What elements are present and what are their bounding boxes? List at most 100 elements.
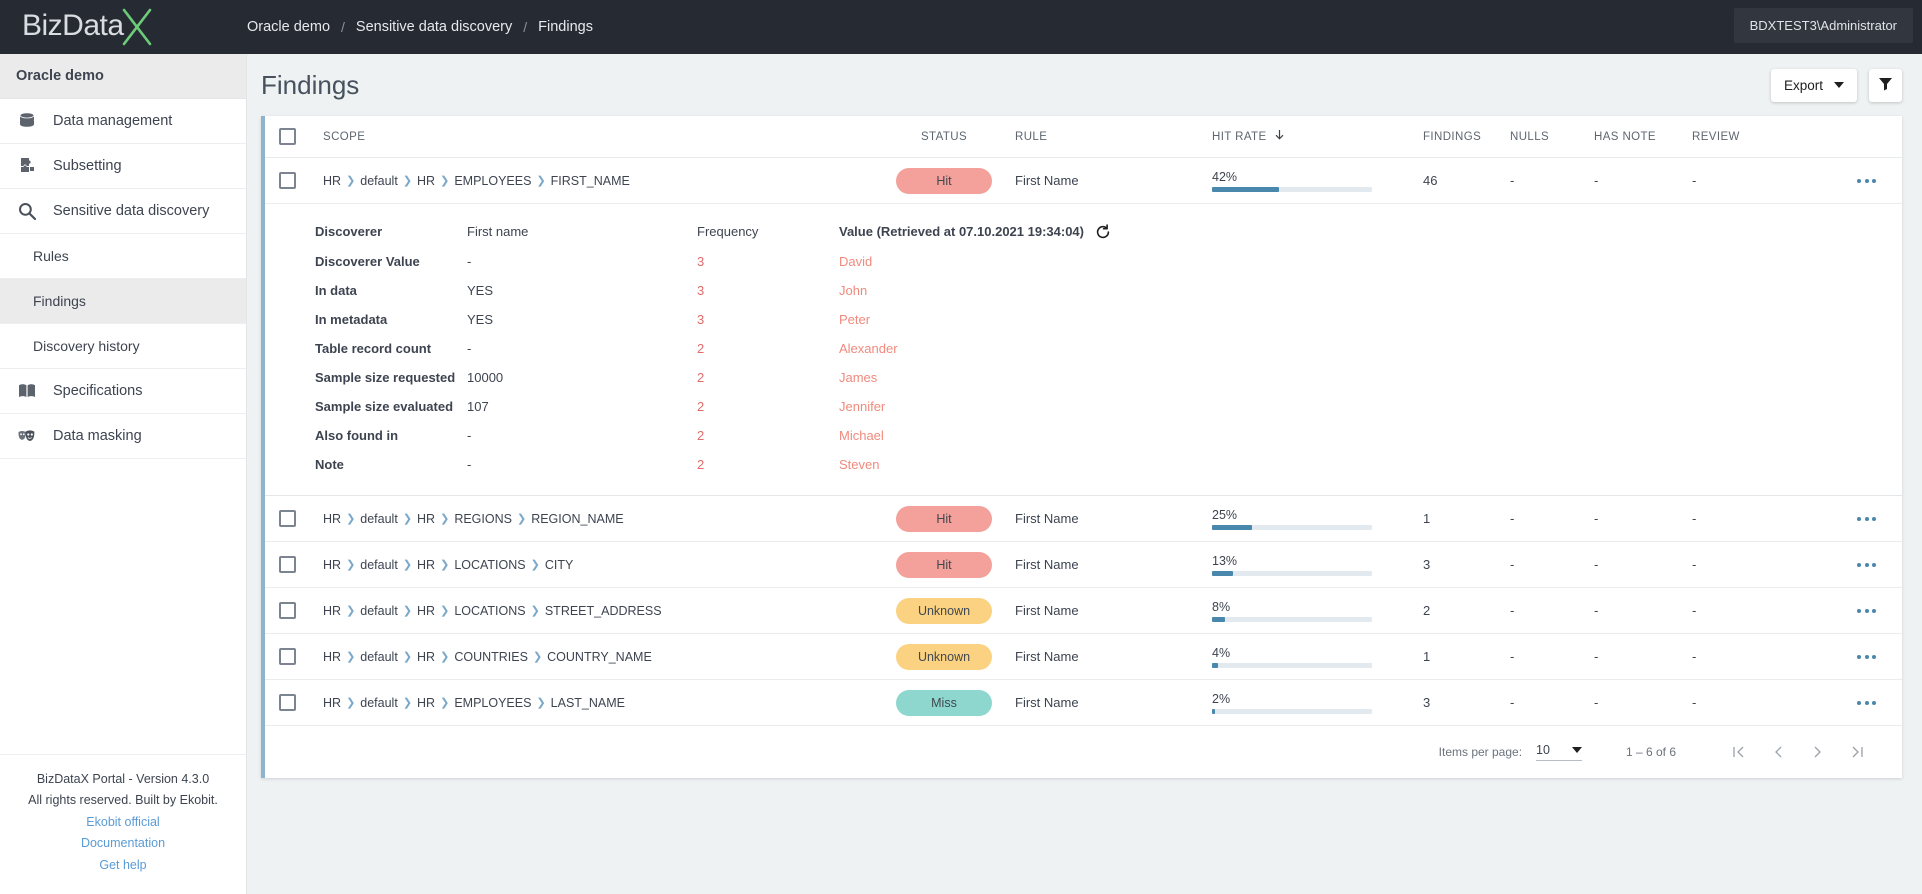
detail-property-value: YES bbox=[467, 283, 494, 298]
status-badge: Hit bbox=[896, 505, 992, 532]
status-cell: Hit bbox=[889, 551, 999, 578]
export-button-label: Export bbox=[1783, 77, 1823, 93]
export-button[interactable]: Export bbox=[1770, 68, 1857, 102]
hit-rate-cell: 2% bbox=[1199, 692, 1409, 714]
row-menu-button[interactable] bbox=[1857, 700, 1876, 705]
filter-icon bbox=[1878, 76, 1893, 94]
findings-cell: 3 bbox=[1423, 695, 1431, 710]
scope-chevron-icon: ❯ bbox=[346, 651, 356, 663]
detail-value: Steven bbox=[839, 457, 880, 472]
column-header-nulls[interactable]: NULLS bbox=[1499, 131, 1583, 143]
row-select-cell bbox=[265, 510, 309, 527]
scope-cell[interactable]: HR ❯ default ❯ HR ❯ EMPLOYEES ❯ FIRST_NAME bbox=[309, 174, 889, 188]
row-checkbox[interactable] bbox=[278, 648, 296, 665]
footer-link-ekobit-official[interactable]: Ekobit official bbox=[10, 812, 236, 834]
scope-chevron-icon: ❯ bbox=[346, 175, 356, 187]
row-checkbox[interactable] bbox=[278, 172, 296, 189]
scope-segment: HR bbox=[323, 603, 342, 618]
detail-property-value: - bbox=[467, 254, 472, 269]
column-header-hit-rate[interactable]: HIT RATE bbox=[1199, 129, 1409, 144]
status-badge: Unknown bbox=[896, 643, 992, 670]
detail-frequency: 2 bbox=[697, 370, 705, 385]
row-checkbox[interactable] bbox=[278, 510, 296, 527]
footer-link-get-help[interactable]: Get help bbox=[10, 855, 236, 877]
row-checkbox[interactable] bbox=[278, 602, 296, 619]
table-row[interactable]: HR ❯ default ❯ HR ❯ EMPLOYEES ❯ FIRST_NAME Hit Fir… bbox=[265, 158, 1902, 204]
breadcrumb-item-1[interactable]: Sensitive data discovery bbox=[356, 19, 512, 35]
row-menu-button[interactable] bbox=[1857, 562, 1876, 567]
scope-segment: HR bbox=[323, 511, 342, 526]
scope-cell[interactable]: HR ❯ default ❯ HR ❯ REGIONS ❯ REGION_NAME bbox=[309, 512, 889, 526]
scope-chevron-icon: ❯ bbox=[346, 697, 356, 709]
row-menu-button[interactable] bbox=[1857, 654, 1876, 659]
scope-segment: COUNTRY_NAME bbox=[547, 649, 652, 664]
column-header-review[interactable]: REVIEW bbox=[1681, 131, 1801, 143]
table-row[interactable]: HR ❯ default ❯ HR ❯ LOCATIONS ❯ CITY Hit First Nam… bbox=[265, 542, 1902, 588]
nulls-cell: - bbox=[1510, 649, 1515, 664]
user-account-chip[interactable]: BDXTEST3\Administrator bbox=[1733, 8, 1913, 43]
footer-link-documentation[interactable]: Documentation bbox=[10, 833, 236, 855]
sidebar-item-findings[interactable]: Findings bbox=[0, 279, 246, 324]
findings-cell: 2 bbox=[1423, 603, 1431, 618]
has-note-cell: - bbox=[1594, 649, 1599, 664]
detail-header-frequency: Frequency bbox=[697, 224, 759, 239]
column-header-findings[interactable]: FINDINGS bbox=[1409, 131, 1499, 143]
table-row[interactable]: HR ❯ default ❯ HR ❯ LOCATIONS ❯ STREET_ADDRESS Un… bbox=[265, 588, 1902, 634]
last-page-button[interactable] bbox=[1838, 735, 1878, 769]
row-menu-button[interactable] bbox=[1857, 516, 1876, 521]
scope-segment: HR bbox=[417, 557, 436, 572]
detail-frequency: 2 bbox=[697, 399, 705, 414]
items-per-page-select[interactable]: 10 bbox=[1536, 743, 1582, 761]
prev-page-button[interactable] bbox=[1758, 735, 1798, 769]
scope-segment: default bbox=[360, 511, 398, 526]
app-logo[interactable]: BizData bbox=[0, 0, 247, 54]
detail-header-discoverer-value: First name bbox=[467, 224, 529, 239]
detail-property-label: Discoverer Value bbox=[315, 254, 420, 269]
hit-rate-fill bbox=[1212, 186, 1280, 192]
first-page-button[interactable] bbox=[1718, 735, 1758, 769]
scope-chevron-icon: ❯ bbox=[440, 559, 450, 571]
column-header-rule[interactable]: RULE bbox=[999, 131, 1199, 143]
has-note-cell: - bbox=[1594, 557, 1599, 572]
column-header-has-note[interactable]: HAS NOTE bbox=[1583, 131, 1681, 143]
row-menu-button[interactable] bbox=[1857, 608, 1876, 613]
column-header-scope[interactable]: SCOPE bbox=[309, 131, 889, 143]
sidebar-item-sensitive-data-discovery[interactable]: Sensitive data discovery bbox=[0, 189, 246, 234]
status-badge: Hit bbox=[896, 551, 992, 578]
detail-value: David bbox=[839, 254, 873, 269]
sidebar-item-discovery-history[interactable]: Discovery history bbox=[0, 324, 246, 369]
row-menu-button[interactable] bbox=[1857, 178, 1876, 183]
status-cell: Hit bbox=[889, 167, 999, 194]
row-select-cell bbox=[265, 694, 309, 711]
findings-table-card: SCOPE STATUS RULE HIT RATE FINDINGS NULL… bbox=[261, 116, 1902, 778]
review-cell: - bbox=[1692, 557, 1697, 572]
status-cell: Unknown bbox=[889, 643, 999, 670]
scope-chevron-icon: ❯ bbox=[346, 559, 356, 571]
scope-segment: HR bbox=[417, 695, 436, 710]
scope-chevron-icon: ❯ bbox=[532, 651, 543, 663]
filter-button[interactable] bbox=[1869, 68, 1902, 102]
sidebar-item-data-masking[interactable]: Data masking bbox=[0, 414, 246, 459]
row-checkbox[interactable] bbox=[278, 694, 296, 711]
sidebar-item-data-management[interactable]: Data management bbox=[0, 99, 246, 144]
refresh-icon[interactable] bbox=[1095, 223, 1111, 240]
next-page-button[interactable] bbox=[1798, 735, 1838, 769]
breadcrumb-item-0[interactable]: Oracle demo bbox=[247, 19, 330, 35]
hit-rate-label: 4% bbox=[1212, 645, 1231, 660]
select-all-checkbox[interactable] bbox=[278, 128, 296, 145]
scope-cell[interactable]: HR ❯ default ❯ HR ❯ COUNTRIES ❯ COUNTRY_NAME bbox=[309, 650, 889, 664]
detail-property-value: 10000 bbox=[467, 370, 504, 385]
table-row[interactable]: HR ❯ default ❯ HR ❯ EMPLOYEES ❯ LAST_NAME Miss Fir… bbox=[265, 680, 1902, 726]
row-checkbox[interactable] bbox=[278, 556, 296, 573]
sidebar-item-rules[interactable]: Rules bbox=[0, 234, 246, 279]
table-row[interactable]: HR ❯ default ❯ HR ❯ REGIONS ❯ REGION_NAME Hit Firs… bbox=[265, 496, 1902, 542]
scope-cell[interactable]: HR ❯ default ❯ HR ❯ EMPLOYEES ❯ LAST_NAME bbox=[309, 696, 889, 710]
scope-cell[interactable]: HR ❯ default ❯ HR ❯ LOCATIONS ❯ STREET_ADDRESS bbox=[309, 604, 889, 618]
scope-segment: HR bbox=[323, 649, 342, 664]
breadcrumb-item-2[interactable]: Findings bbox=[538, 19, 593, 35]
column-header-status[interactable]: STATUS bbox=[889, 131, 999, 143]
scope-cell[interactable]: HR ❯ default ❯ HR ❯ LOCATIONS ❯ CITY bbox=[309, 558, 889, 572]
sidebar-item-specifications[interactable]: Specifications bbox=[0, 369, 246, 414]
sidebar-item-subsetting[interactable]: Subsetting bbox=[0, 144, 246, 189]
table-row[interactable]: HR ❯ default ❯ HR ❯ COUNTRIES ❯ COUNTRY_NAME Unkn… bbox=[265, 634, 1902, 680]
